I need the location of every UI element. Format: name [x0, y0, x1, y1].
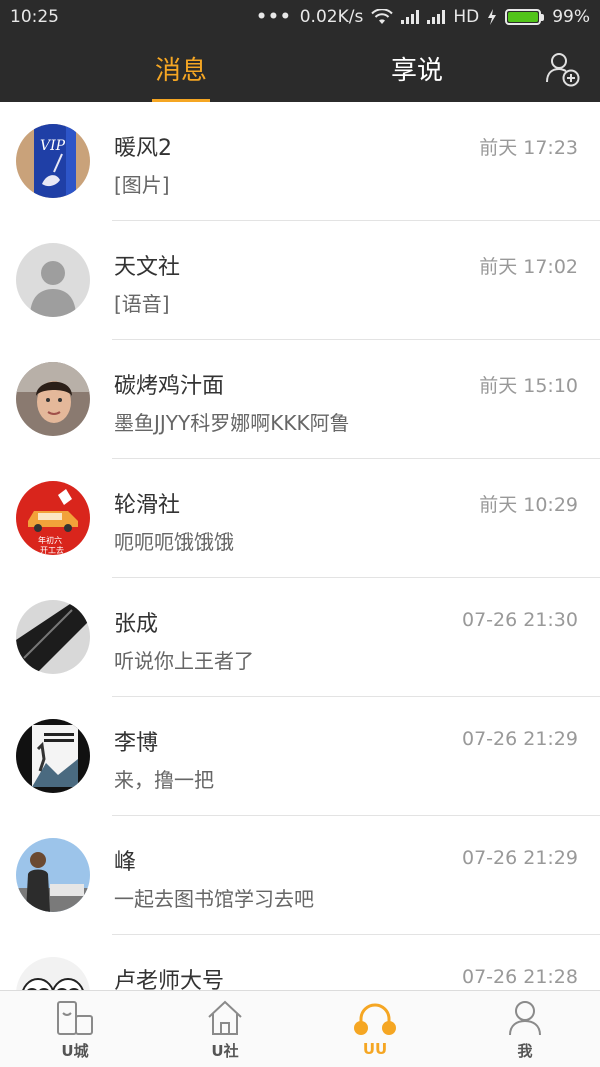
status-bar: 10:25 ••• 0.02K/s HD 99%	[0, 0, 600, 34]
conversation-time: 07-26 21:28	[461, 966, 578, 988]
add-person-icon[interactable]	[544, 50, 582, 88]
conversation-row[interactable]: 卢老师大号 07-26 21:28	[0, 935, 600, 990]
charging-icon	[488, 9, 497, 25]
conversation-row[interactable]: 峰 一起去图书馆学习去吧 07-26 21:29	[0, 816, 600, 935]
conversation-name: 李博	[114, 731, 159, 756]
tab-share-label: 享说	[390, 55, 443, 86]
conversation-name: 轮滑社	[114, 493, 181, 518]
conversation-list[interactable]: VIP 暖风2 [图片] 前天 17:23 天文社 [语音] 前天 17:02	[0, 102, 600, 990]
avatar[interactable]: 年初六 开工去	[16, 481, 90, 555]
conversation-name: 卢老师大号	[114, 969, 225, 990]
conversation-time: 前天 17:23	[479, 137, 578, 159]
nav-me[interactable]: 我	[450, 991, 600, 1067]
city-icon	[57, 1001, 93, 1035]
conversation-preview: 墨鱼JJYY科罗娜啊KKK阿鲁	[114, 411, 350, 435]
battery-icon	[505, 9, 545, 25]
nav-label: UU	[362, 1040, 388, 1058]
conversation-time: 前天 17:02	[479, 256, 578, 278]
conversation-name: 暖风2	[114, 136, 172, 161]
svg-text:VIP: VIP	[40, 138, 66, 154]
nav-label: U城	[61, 1042, 89, 1060]
signal-icon-2	[427, 10, 446, 24]
conversation-preview: 一起去图书馆学习去吧	[114, 887, 314, 911]
bottom-nav: U城 U社 UU 我	[0, 990, 600, 1067]
conversation-row[interactable]: 张成 听说你上王者了 07-26 21:30	[0, 578, 600, 697]
conversation-name: 峰	[114, 850, 137, 875]
tab-share[interactable]: 享说	[376, 34, 458, 102]
avatar-poster-text-1: 年初六	[38, 535, 62, 545]
conversation-name: 碳烤鸡汁面	[114, 374, 225, 399]
avatar[interactable]	[16, 838, 90, 912]
wifi-icon	[371, 9, 394, 24]
avatar[interactable]	[16, 600, 90, 674]
conversation-preview: 听说你上王者了	[114, 649, 254, 673]
tab-messages-label: 消息	[154, 55, 207, 86]
conversation-time: 07-26 21:29	[461, 847, 578, 869]
nav-uu[interactable]: UU	[300, 991, 450, 1067]
conversation-name: 张成	[114, 612, 159, 637]
signal-icon	[401, 10, 420, 24]
status-time: 10:25	[10, 7, 59, 27]
person-icon	[509, 1001, 541, 1036]
conversation-row[interactable]: 年初六 开工去 轮滑社 呃呃呃饿饿饿 前天 10:29	[0, 459, 600, 578]
home-icon	[208, 1000, 242, 1035]
nav-label: U社	[211, 1042, 239, 1060]
avatar[interactable]	[16, 957, 90, 990]
conversation-preview: [图片]	[114, 173, 170, 197]
conversation-time: 07-26 21:29	[461, 728, 578, 750]
conversation-time: 前天 10:29	[479, 494, 578, 516]
conversation-row[interactable]: 天文社 [语音] 前天 17:02	[0, 221, 600, 340]
battery-percent: 99%	[552, 7, 590, 27]
tab-messages[interactable]: 消息	[140, 34, 222, 102]
conversation-time: 07-26 21:30	[461, 609, 578, 631]
top-bar: 消息 享说	[0, 34, 600, 102]
avatar[interactable]: VIP	[16, 124, 90, 198]
nav-label: 我	[517, 1042, 533, 1060]
nav-u-community[interactable]: U社	[150, 991, 300, 1067]
conversation-preview: 呃呃呃饿饿饿	[114, 530, 234, 554]
avatar[interactable]	[16, 719, 90, 793]
more-dots-icon: •••	[256, 7, 292, 27]
conversation-name: 天文社	[114, 255, 181, 280]
nav-u-city[interactable]: U城	[0, 991, 150, 1067]
headphones-icon	[354, 1003, 396, 1035]
avatar[interactable]	[16, 362, 90, 436]
network-type: HD	[453, 7, 480, 27]
avatar-poster-text-2: 开工去	[40, 545, 64, 555]
conversation-time: 前天 15:10	[479, 375, 578, 397]
conversation-row[interactable]: VIP 暖风2 [图片] 前天 17:23	[0, 102, 600, 221]
conversation-row[interactable]: 李博 来，撸一把 07-26 21:29	[0, 697, 600, 816]
conversation-preview: [语音]	[114, 292, 170, 316]
conversation-row[interactable]: 碳烤鸡汁面 墨鱼JJYY科罗娜啊KKK阿鲁 前天 15:10	[0, 340, 600, 459]
avatar[interactable]	[16, 243, 90, 317]
network-speed: 0.02K/s	[299, 7, 364, 27]
conversation-preview: 来，撸一把	[114, 768, 214, 792]
